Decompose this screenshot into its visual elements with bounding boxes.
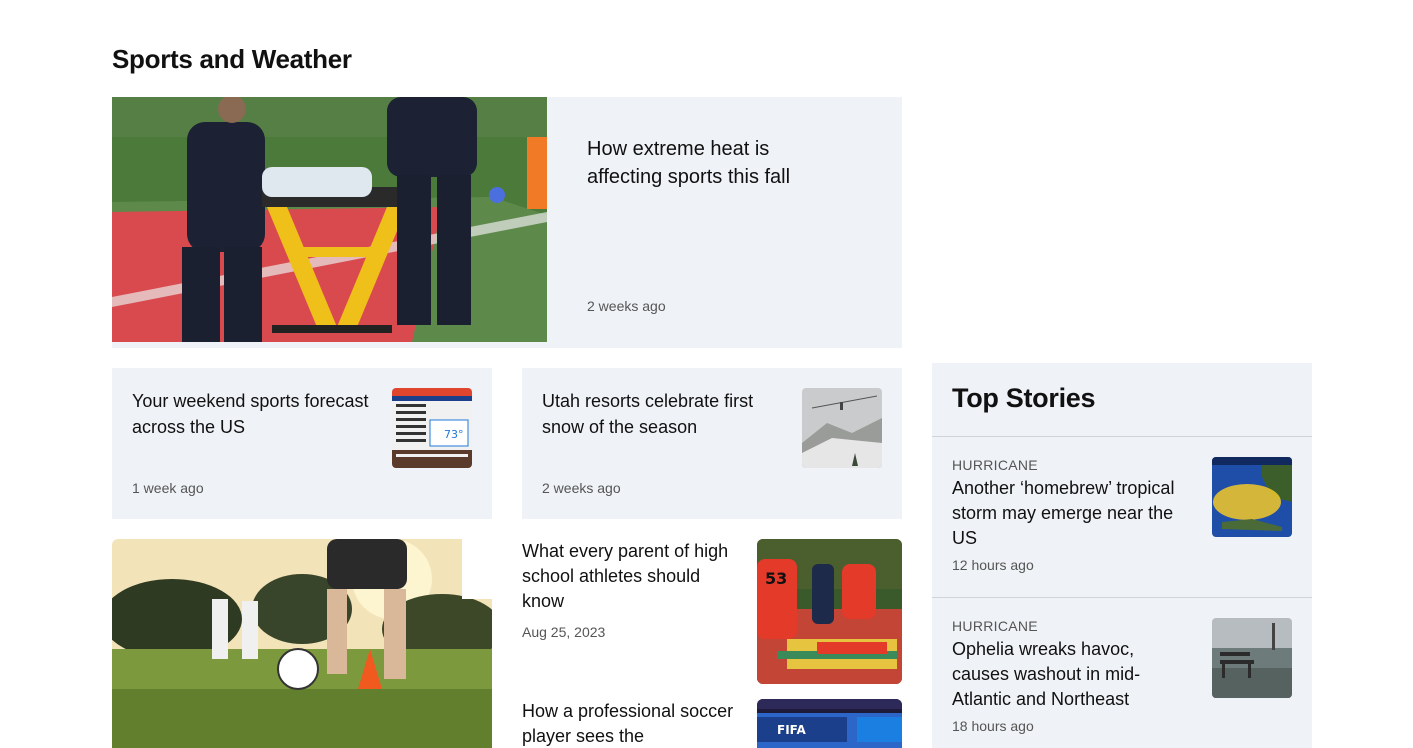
story-item-high-school-athletes[interactable]: What every parent of high school athlete…: [522, 539, 742, 640]
football-drill-thumbnail[interactable]: 53: [757, 539, 902, 684]
story-headline[interactable]: Another ‘homebrew’ tropical storm may em…: [952, 476, 1192, 551]
youth-soccer-image[interactable]: [112, 539, 492, 748]
story-timestamp: 12 hours ago: [952, 557, 1034, 573]
top-story-item[interactable]: HURRICANE Another ‘homebrew’ tropical st…: [952, 457, 1292, 573]
section-title: Sports and Weather: [112, 44, 352, 74]
story-title[interactable]: How a professional soccer player sees th…: [522, 699, 742, 748]
story-card-utah-snow[interactable]: Utah resorts celebrate first snow of the…: [522, 368, 902, 519]
hero-story-card[interactable]: How extreme heat is affecting sports thi…: [112, 97, 902, 348]
fifa-stadium-thumbnail[interactable]: FIFA: [757, 699, 902, 748]
story-item-soccer-player[interactable]: How a professional soccer player sees th…: [522, 699, 742, 748]
story-card-weekend-forecast[interactable]: Your weekend sports forecast across the …: [112, 368, 492, 519]
snowy-ski-lift-thumbnail[interactable]: [802, 388, 882, 468]
top-stories-title: Top Stories: [952, 383, 1096, 413]
story-timestamp: 2 weeks ago: [542, 480, 621, 496]
story-headline[interactable]: Ophelia wreaks havoc, causes washout in …: [952, 637, 1192, 712]
storm-map-thumbnail[interactable]: [1212, 457, 1292, 537]
svg-text:73°: 73°: [444, 428, 464, 441]
story-title[interactable]: Utah resorts celebrate first snow of the…: [542, 388, 787, 440]
divider: [932, 597, 1312, 598]
top-story-item[interactable]: HURRICANE Ophelia wreaks havoc, causes w…: [952, 618, 1292, 734]
svg-text:FIFA: FIFA: [777, 723, 806, 737]
svg-text:53: 53: [765, 569, 787, 588]
hero-timestamp: 2 weeks ago: [587, 298, 666, 314]
top-stories-panel: Top Stories HURRICANE Another ‘homebrew’…: [932, 363, 1312, 748]
story-timestamp: Aug 25, 2023: [522, 624, 606, 640]
weather-forecast-thumbnail[interactable]: 73°: [392, 388, 472, 468]
story-title[interactable]: What every parent of high school athlete…: [522, 539, 742, 614]
flooded-bench-thumbnail[interactable]: [1212, 618, 1292, 698]
hero-image[interactable]: [112, 97, 547, 342]
story-timestamp: 18 hours ago: [952, 718, 1034, 734]
hero-title[interactable]: How extreme heat is affecting sports thi…: [587, 135, 847, 191]
story-timestamp: 1 week ago: [132, 480, 204, 496]
story-title[interactable]: Your weekend sports forecast across the …: [132, 388, 377, 440]
divider: [932, 436, 1312, 437]
